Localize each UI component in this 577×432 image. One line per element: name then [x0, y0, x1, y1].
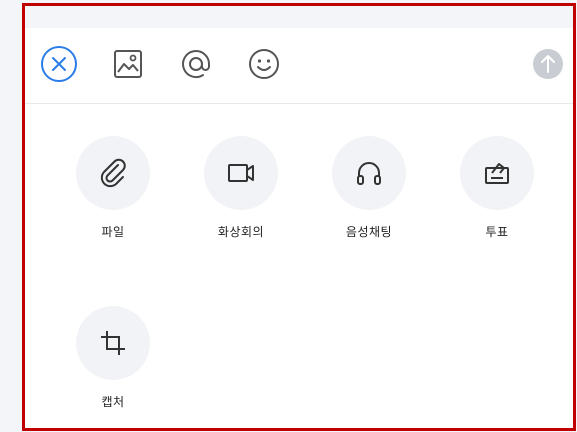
action-file-circle — [76, 136, 150, 210]
action-capture-label: 캡처 — [101, 395, 125, 409]
headphones-icon — [357, 162, 381, 185]
attachment-panel: 파일 화상회의 음성채팅 투표 캡처 — [22, 3, 576, 431]
video-camera-icon — [228, 164, 254, 182]
emoji-button[interactable] — [244, 44, 284, 84]
composer-toolbar — [25, 28, 573, 104]
action-video-meeting[interactable]: 화상회의 — [181, 136, 301, 240]
action-vote[interactable]: 투표 — [437, 136, 557, 240]
action-video-label: 화상회의 — [217, 225, 265, 239]
vote-box-icon — [485, 163, 509, 184]
action-file-label: 파일 — [101, 225, 125, 239]
action-vote-circle — [460, 136, 534, 210]
close-icon — [41, 46, 77, 82]
action-capture[interactable]: 캡처 — [53, 306, 173, 410]
image-button[interactable] — [108, 44, 148, 84]
action-voice-circle — [332, 136, 406, 210]
action-file[interactable]: 파일 — [53, 136, 173, 240]
send-button[interactable] — [528, 44, 568, 84]
paperclip-icon — [100, 158, 126, 188]
action-vote-label: 투표 — [485, 225, 509, 239]
top-strip — [25, 6, 573, 28]
action-voice-chat[interactable]: 음성채팅 — [309, 136, 429, 240]
emoji-icon — [249, 49, 279, 79]
action-video-circle — [204, 136, 278, 210]
action-capture-circle — [76, 306, 150, 380]
crop-icon — [101, 331, 125, 355]
mention-button[interactable] — [176, 44, 216, 84]
image-icon — [114, 50, 142, 78]
at-mention-icon — [182, 50, 210, 78]
send-arrow-icon — [533, 49, 563, 79]
close-button[interactable] — [39, 44, 79, 84]
action-voice-label: 음성채팅 — [345, 225, 393, 239]
